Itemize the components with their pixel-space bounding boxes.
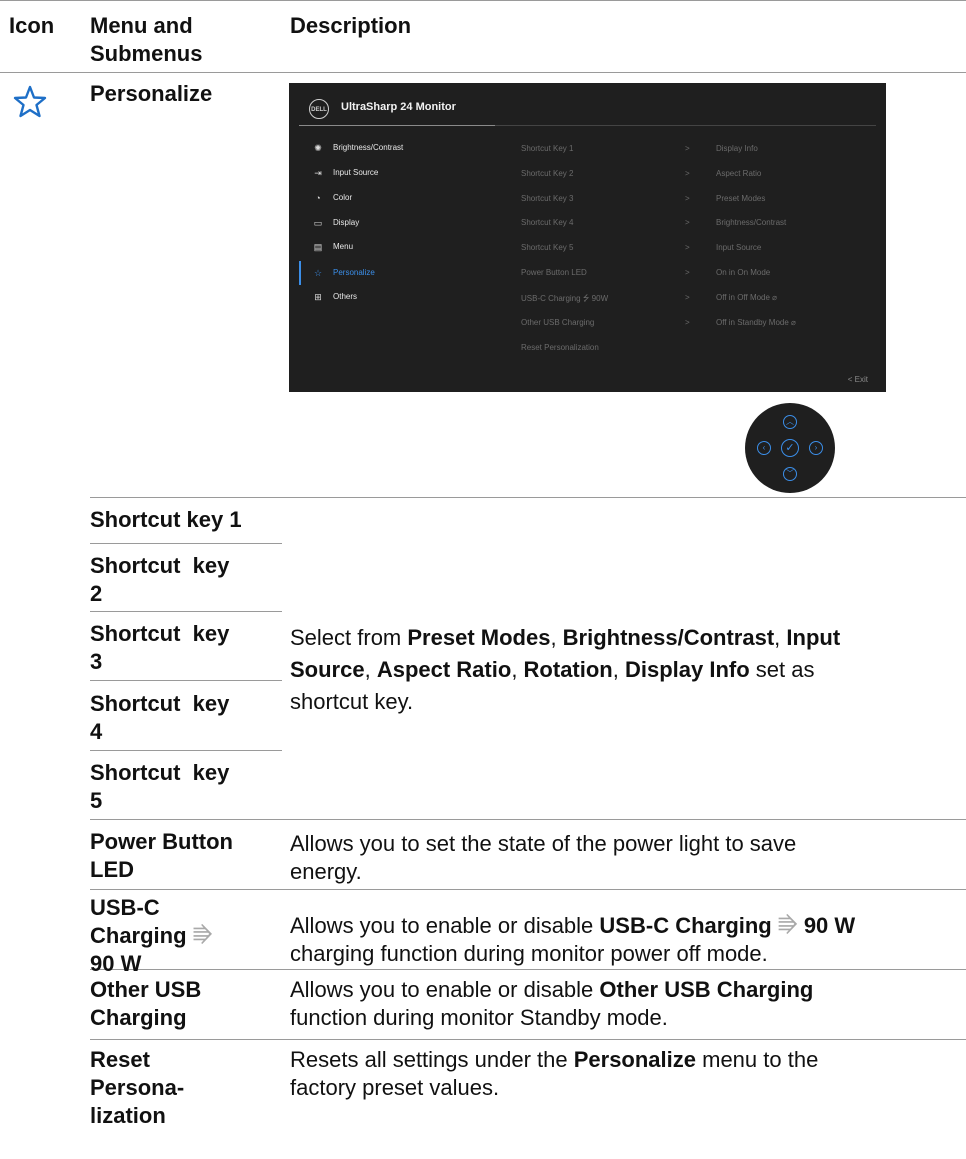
row-rule xyxy=(90,497,966,498)
row-rule xyxy=(90,750,282,751)
osd-submenu-item[interactable]: Shortcut Key 1 xyxy=(521,144,573,153)
star-icon: ☆ xyxy=(313,268,323,278)
osd-screenshot: DELL UltraSharp 24 Monitor ✺ Brightness/C… xyxy=(289,83,886,392)
osd-title-underline xyxy=(299,125,495,126)
shortcut-key-description: Select from Preset Modes, Brightness/Con… xyxy=(290,625,841,714)
chevron-right-icon: > xyxy=(685,194,690,203)
others-icon: ⊞ xyxy=(314,292,322,302)
osd-value: Aspect Ratio xyxy=(716,169,762,178)
input-source-icon: ⇥ xyxy=(314,168,322,178)
power-plug-icon: ⭆ xyxy=(192,923,213,948)
top-rule xyxy=(0,0,966,1)
usbc-charging-description: Allows you to enable or disable USB-C Ch… xyxy=(290,913,856,966)
personalize-label: Personalize xyxy=(90,81,213,106)
joystick-up-icon[interactable]: ︿ xyxy=(783,415,797,429)
power-button-led-label: Power Button LED xyxy=(90,829,233,882)
row-rule xyxy=(90,543,282,544)
osd-title: UltraSharp 24 Monitor xyxy=(341,101,456,113)
row-rule xyxy=(90,1039,966,1040)
header-rule xyxy=(0,72,966,73)
header-description: Description xyxy=(290,13,412,38)
osd-submenu-item[interactable]: Reset Personalization xyxy=(521,343,599,352)
row-rule xyxy=(90,969,966,970)
osd-submenu-item[interactable]: Power Button LED xyxy=(521,268,587,277)
osd-selection-bar xyxy=(299,261,301,285)
joystick-right-icon[interactable]: › xyxy=(809,441,823,455)
star-icon xyxy=(12,84,48,120)
osd-value: Brightness/Contrast xyxy=(716,218,787,227)
osd-submenu-item[interactable]: Shortcut Key 4 xyxy=(521,218,573,227)
chevron-right-icon: > xyxy=(685,293,690,302)
osd-submenu-item[interactable]: Shortcut Key 3 xyxy=(521,194,573,203)
shortcut-key-5-label: Shortcut key 5 xyxy=(90,760,230,813)
brightness-icon: ✺ xyxy=(314,143,322,153)
usbc-charging-label: USB-C Charging ⭆ 90 W xyxy=(90,895,213,976)
osd-value: On in On Mode xyxy=(716,268,771,277)
joystick-left-icon[interactable]: ‹ xyxy=(757,441,771,455)
display-icon: ▭ xyxy=(313,218,323,228)
row-rule xyxy=(90,889,966,890)
other-usb-charging-label: Other USB Charging xyxy=(90,977,202,1030)
other-usb-charging-description: Allows you to enable or disable Other US… xyxy=(290,977,814,1030)
header-icon: Icon xyxy=(9,13,55,38)
color-icon: ◔ xyxy=(315,193,321,203)
osd-value: Off in Off Mode ⌀ xyxy=(716,293,777,302)
joystick-confirm-icon[interactable]: ✓ xyxy=(781,439,799,457)
row-rule xyxy=(90,819,966,820)
chevron-right-icon: > xyxy=(685,144,690,153)
reset-personalization-description: Resets all settings under the Personaliz… xyxy=(290,1047,819,1100)
osd-submenu-item[interactable]: USB-C Charging ⭍ 90W xyxy=(521,293,608,307)
joystick-controller: ︿ ﹀ ‹ › ✓ xyxy=(745,403,835,493)
header-menu: Menu and Submenus xyxy=(90,13,203,66)
osd-submenu-item[interactable]: Shortcut Key 5 xyxy=(521,243,573,252)
row-rule xyxy=(90,611,282,612)
chevron-right-icon: > xyxy=(685,169,690,178)
osd-value: Display Info xyxy=(716,144,758,153)
osd-title-divider xyxy=(495,125,876,126)
osd-value: Input Source xyxy=(716,243,762,252)
osd-submenu-item[interactable]: Shortcut Key 2 xyxy=(521,169,573,178)
power-button-led-description: Allows you to set the state of the power… xyxy=(290,831,797,884)
dell-logo: DELL xyxy=(309,99,329,119)
osd-exit-button[interactable]: < Exit xyxy=(848,375,868,384)
row-rule xyxy=(90,680,282,681)
chevron-right-icon: > xyxy=(685,318,690,327)
joystick-down-icon[interactable]: ﹀ xyxy=(783,467,797,481)
shortcut-key-4-label: Shortcut key 4 xyxy=(90,691,230,744)
reset-personalization-label: Reset Persona-lization xyxy=(90,1047,185,1128)
osd-submenu-item[interactable]: Other USB Charging xyxy=(521,318,594,327)
chevron-right-icon: > xyxy=(685,218,690,227)
shortcut-key-3-label: Shortcut key 3 xyxy=(90,621,230,674)
power-plug-icon: ⭆ xyxy=(777,913,798,938)
osd-value: Preset Modes xyxy=(716,194,766,203)
menu-icon: ▤ xyxy=(313,242,323,252)
shortcut-key-1-label: Shortcut key 1 xyxy=(90,507,242,532)
chevron-right-icon: > xyxy=(685,243,690,252)
chevron-right-icon: > xyxy=(685,268,690,277)
shortcut-key-2-label: Shortcut key 2 xyxy=(90,553,230,606)
osd-value: Off in Standby Mode ⌀ xyxy=(716,318,796,327)
